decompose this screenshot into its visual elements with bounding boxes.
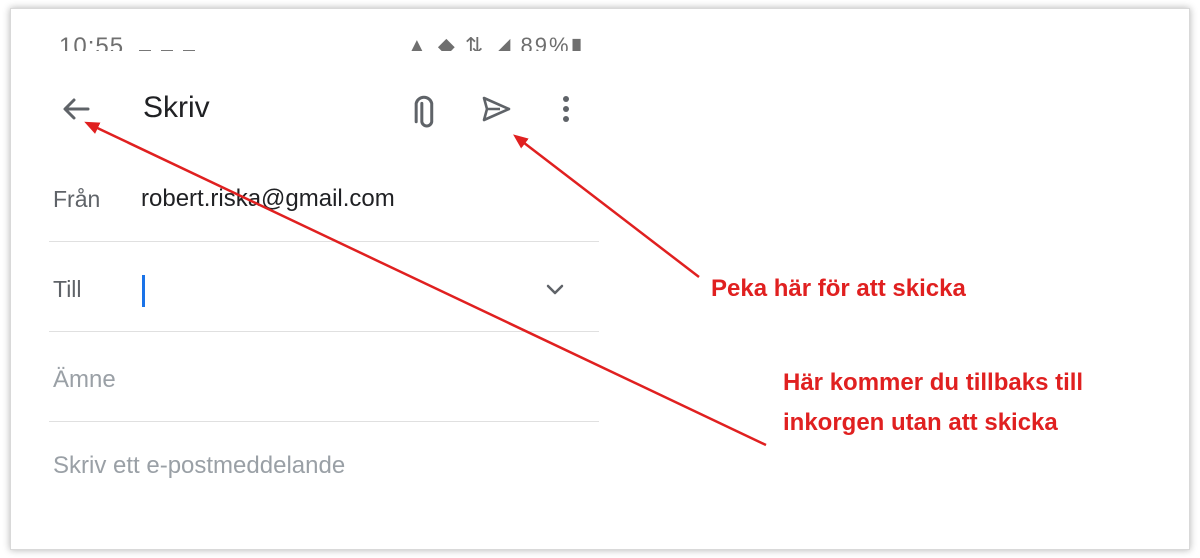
annotation-arrows	[84, 121, 767, 447]
arrow-to-back	[84, 121, 767, 447]
arrow-to-send	[513, 134, 700, 278]
screenshot-card: 10:55 ▲ ◆ ⇅ ◢ 89%▮ Skriv Från robert.ris…	[10, 8, 1190, 550]
